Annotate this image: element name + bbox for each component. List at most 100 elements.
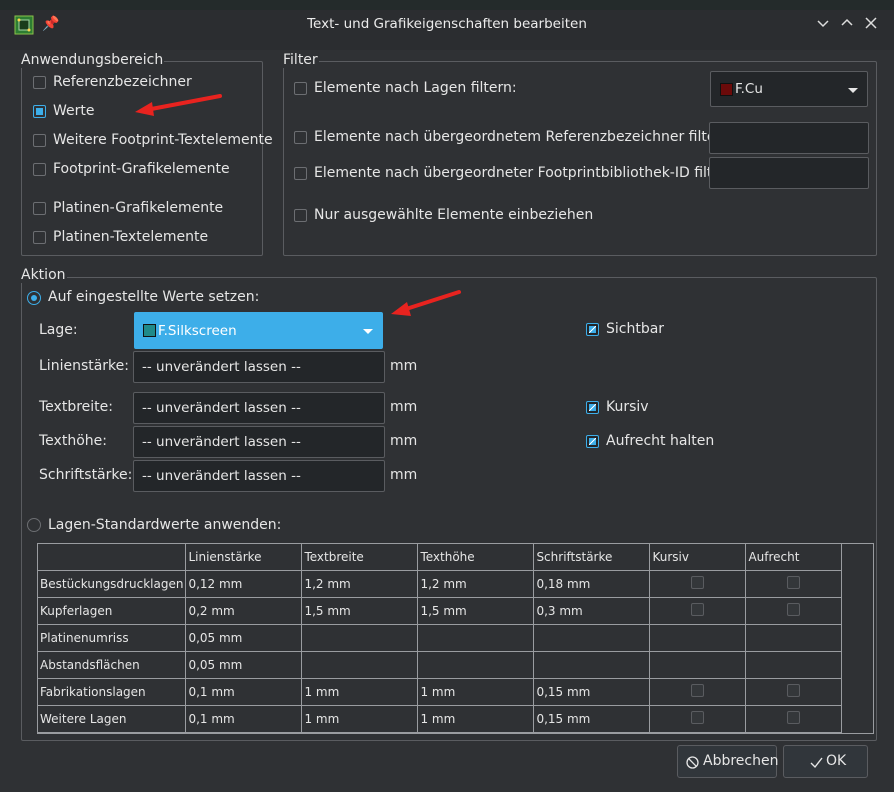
layer-color-swatch — [720, 83, 733, 96]
italic-cell — [649, 651, 747, 679]
keep-upright-checkbox[interactable] — [586, 435, 599, 448]
selected-only-checkbox[interactable] — [294, 209, 307, 222]
table-cell[interactable]: 0,05 mm — [185, 651, 303, 679]
scope-label-board-text: Platinen-Textelemente — [53, 229, 209, 245]
scope-checkbox-board-graphics[interactable] — [33, 202, 46, 215]
background-canvas-strip — [0, 0, 894, 10]
chevron-up-icon[interactable] — [836, 13, 858, 35]
layer-select[interactable]: F.Silkscreen — [134, 312, 383, 349]
keep-upright-label: Aufrecht halten — [606, 433, 715, 449]
upright-cell — [745, 651, 843, 679]
table-cell[interactable] — [533, 651, 651, 679]
column-header: Schriftstärke — [533, 543, 651, 571]
italic-cell — [649, 705, 747, 733]
italic-checkbox[interactable] — [586, 401, 599, 414]
text-width-value: -- unverändert lassen -- — [142, 400, 301, 416]
layer-defaults-grid: Linienstärke Textbreite Texthöhe Schrift… — [36, 543, 874, 734]
upright-cell-checkbox[interactable] — [787, 711, 801, 724]
text-thickness-label: Schriftstärke: — [39, 467, 133, 483]
text-height-value: -- unverändert lassen -- — [142, 434, 301, 450]
layer-value: F.Silkscreen — [158, 323, 237, 339]
check-icon — [810, 757, 823, 769]
scope-checkbox-board-text[interactable] — [33, 231, 46, 244]
table-cell[interactable] — [533, 624, 651, 652]
table-cell[interactable]: 0,18 mm — [533, 570, 651, 598]
visible-checkbox[interactable] — [586, 323, 599, 336]
scope-label-board-graphics: Platinen-Grafikelemente — [53, 200, 224, 216]
ok-button[interactable]: OK — [783, 745, 868, 778]
fpid-filter-input[interactable] — [709, 157, 869, 189]
text-thickness-value: -- unverändert lassen -- — [142, 468, 301, 484]
table-row: Bestückungsdrucklagen 0,12 mm 1,2 mm 1,2… — [36, 570, 843, 598]
row-header: Weitere Lagen — [36, 705, 187, 733]
row-header: Abstandsflächen — [36, 651, 187, 679]
upright-cell-checkbox[interactable] — [787, 603, 801, 616]
close-icon[interactable] — [860, 13, 882, 35]
set-values-radio[interactable] — [27, 291, 41, 305]
upright-cell — [745, 678, 843, 706]
table-cell[interactable]: 1,2 mm — [417, 570, 535, 598]
table-cell[interactable]: 0,12 mm — [185, 570, 303, 598]
table-cell[interactable]: 1 mm — [301, 705, 419, 733]
table-cell[interactable]: 1,5 mm — [301, 597, 419, 625]
italic-cell-checkbox[interactable] — [691, 576, 705, 589]
table-cell[interactable]: 0,1 mm — [185, 705, 303, 733]
text-width-input[interactable]: -- unverändert lassen -- — [133, 392, 385, 424]
table-cell[interactable]: 0,1 mm — [185, 678, 303, 706]
table-cell[interactable]: 0,15 mm — [533, 678, 651, 706]
fpid-filter-checkbox[interactable] — [294, 167, 307, 180]
layer-filter-select[interactable]: F.Cu — [710, 71, 868, 107]
scope-group-label: Anwendungsbereich — [20, 52, 165, 68]
ref-filter-input[interactable] — [709, 122, 869, 154]
table-header-row: Linienstärke Textbreite Texthöhe Schrift… — [36, 543, 843, 571]
action-group-label: Aktion — [20, 267, 67, 283]
set-values-label: Auf eingestellte Werte setzen: — [48, 289, 260, 305]
table-cell[interactable]: 1 mm — [417, 705, 535, 733]
line-width-input[interactable]: -- unverändert lassen -- — [133, 351, 385, 383]
italic-cell-checkbox[interactable] — [691, 603, 705, 616]
table-row: Weitere Lagen 0,1 mm 1 mm 1 mm 0,15 mm — [36, 705, 843, 733]
scope-checkbox-footprint-text[interactable] — [33, 134, 46, 147]
scope-checkbox-werte[interactable] — [33, 105, 46, 118]
table-cell[interactable]: 1,5 mm — [417, 597, 535, 625]
italic-cell — [649, 624, 747, 652]
window-title: Text- und Grafikeigenschaften bearbeiten — [307, 16, 587, 32]
column-header: Kursiv — [649, 543, 747, 571]
upright-cell-checkbox[interactable] — [787, 576, 801, 589]
table-cell[interactable] — [301, 651, 419, 679]
italic-cell-checkbox[interactable] — [691, 684, 705, 697]
upright-cell — [745, 597, 843, 625]
chevron-down-icon[interactable] — [812, 13, 834, 35]
ref-filter-checkbox[interactable] — [294, 131, 307, 144]
ok-button-label: OK — [826, 753, 847, 769]
table-cell[interactable] — [417, 624, 535, 652]
text-thickness-input[interactable]: -- unverändert lassen -- — [133, 460, 385, 492]
table-cell[interactable] — [417, 651, 535, 679]
layer-defaults-radio[interactable] — [27, 518, 41, 532]
table-cell[interactable]: 1,2 mm — [301, 570, 419, 598]
layer-filter-checkbox[interactable] — [294, 82, 307, 95]
table-cell[interactable]: 0,15 mm — [533, 705, 651, 733]
upright-cell — [745, 570, 843, 598]
scope-checkbox-referenzbezeichner[interactable] — [33, 76, 46, 89]
scope-label-referenzbezeichner: Referenzbezeichner — [53, 74, 192, 90]
cancel-button[interactable]: Abbrechen — [677, 745, 778, 778]
table-cell[interactable] — [301, 624, 419, 652]
layer-label: Lage: — [39, 322, 78, 338]
table-cell[interactable]: 1 mm — [417, 678, 535, 706]
cancel-icon — [686, 756, 699, 769]
table-row: Platinenumriss 0,05 mm — [36, 624, 843, 652]
table-cell[interactable]: 0,3 mm — [533, 597, 651, 625]
table-cell[interactable]: 0,2 mm — [185, 597, 303, 625]
italic-cell — [649, 678, 747, 706]
upright-cell-checkbox[interactable] — [787, 684, 801, 697]
scope-group — [21, 61, 263, 256]
fpid-filter-label: Elemente nach übergeordneter Footprintbi… — [314, 165, 741, 181]
table-cell[interactable]: 0,05 mm — [185, 624, 303, 652]
text-height-input[interactable]: -- unverändert lassen -- — [133, 426, 385, 458]
table-cell[interactable]: 1 mm — [301, 678, 419, 706]
scope-checkbox-footprint-graphics[interactable] — [33, 163, 46, 176]
italic-cell-checkbox[interactable] — [691, 711, 705, 724]
italic-cell — [649, 597, 747, 625]
layer-defaults-label: Lagen-Standardwerte anwenden: — [48, 517, 282, 533]
